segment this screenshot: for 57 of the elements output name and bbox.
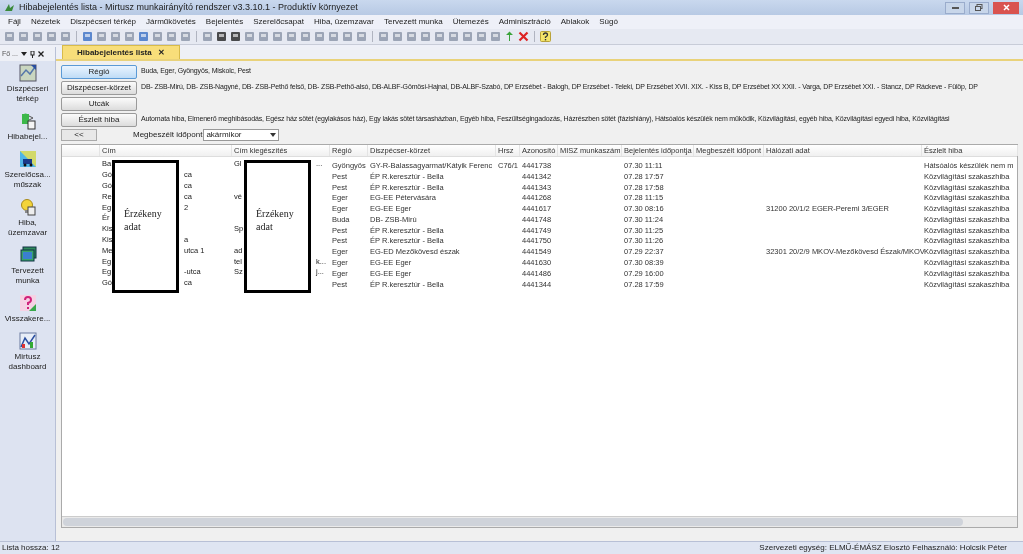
status-text: Szervezeti egység: ELMŰ-ÉMÁSZ Elosztó Felhasználó: Holcsik Péter [759,542,1008,554]
chart-icon [18,332,37,350]
menu-item[interactable]: Diszpécseri térkép [70,16,137,28]
toolbar-icon[interactable] [216,31,227,42]
sidebar-item[interactable]: Visszakere... [0,294,55,324]
menu-item[interactable]: Bejelentés [205,16,244,28]
filter-button[interactable]: Diszpécser-körzet [61,80,137,95]
window-title: Hibabejelentés lista - Mirtusz munkairányító rendszer v3.3.10.1 - Produktív környezet [19,0,358,14]
menu-item[interactable]: Járműkövetés [146,16,196,28]
menu-item[interactable]: Ütemezés [452,16,489,28]
sidebar-item[interactable]: Szerelőcsa... műszak [0,150,55,190]
sidebar-item[interactable]: Hibabejel... [0,112,55,142]
menu-item[interactable]: Tervezett munka [383,16,443,28]
stacked-windows-icon [18,246,37,264]
help-icon[interactable] [540,31,551,42]
menu-item[interactable]: Fájl [8,16,21,28]
lightbulb-icon [18,198,37,216]
redaction-box: Érzékeny adat [244,160,311,293]
tab-close-button[interactable]: ✕ [157,46,165,59]
menu-item[interactable]: Nézetek [30,16,61,28]
app-icon [4,2,15,13]
menu-item[interactable]: Ablakok [560,16,590,28]
sidebar-item[interactable]: Diszpécseri térkép [0,64,55,104]
map-icon [18,64,37,82]
minimize-button[interactable] [945,1,965,14]
pin-icon[interactable] [29,50,35,58]
redaction-box: Érzékeny adat [112,160,179,293]
maximize-button[interactable] [969,1,989,14]
cross-icon[interactable] [518,31,529,42]
close-button[interactable] [993,1,1019,14]
filter-button[interactable]: Régió [61,64,137,79]
dropdown-icon[interactable] [20,52,27,56]
truck-icon [18,150,37,168]
horizontal-scrollbar[interactable] [62,516,1017,527]
toolbar-icon[interactable] [230,31,241,42]
sidebar-item[interactable]: Tervezett munka [0,246,55,286]
restore-icon [975,4,983,11]
dropdown-value: akármikor [206,129,243,141]
dropdown-icon [270,133,277,137]
date-dropdown[interactable]: akármikor [203,129,280,141]
minimize-icon [951,6,959,9]
menu-item[interactable]: Súgó [599,16,618,28]
date-filter-label: Megbeszélt időpont [133,129,203,141]
document-tab[interactable]: Hibabejelentés lista ✕ [62,45,180,59]
sidebar-item[interactable]: Mirtusz dashboard [0,332,55,372]
menu-item[interactable]: Hiba, üzemzavar [313,16,374,28]
close-icon[interactable] [37,51,44,57]
sidebar-item[interactable]: Hiba, üzemzavar [0,198,55,238]
status-text: Lista hossza: 12 [2,542,60,554]
filter-button[interactable]: Észlelt hiba [61,112,137,127]
filter-button[interactable]: Utcák [61,96,137,111]
question-icon [18,294,37,312]
menu-item[interactable]: Adminisztráció [498,16,551,28]
collapse-button[interactable]: << [61,129,97,141]
menu-item[interactable]: Szerelőcsapat [253,16,304,28]
close-icon [1002,4,1010,11]
arrow-icon[interactable] [504,31,515,42]
